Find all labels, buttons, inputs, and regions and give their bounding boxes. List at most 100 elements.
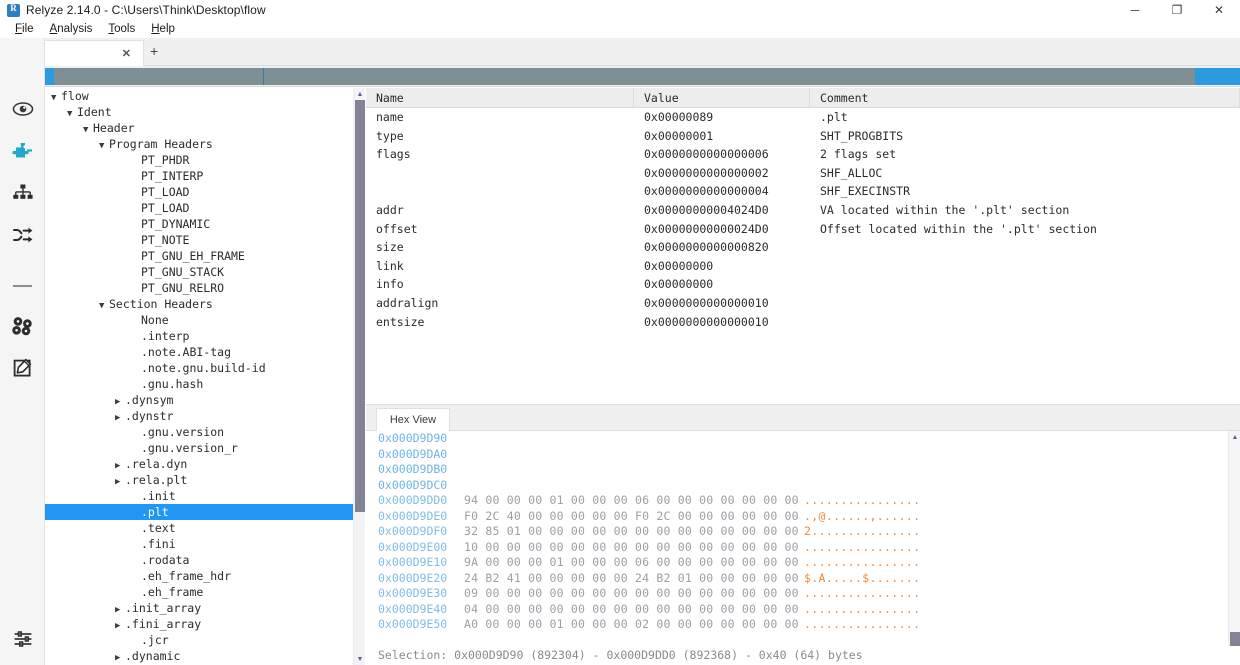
tree-item[interactable]: PT_INTERP xyxy=(45,168,365,184)
tree-item[interactable]: ▼Section Headers xyxy=(45,296,365,312)
tree-scroll-down-arrow[interactable]: ▼ xyxy=(354,653,366,665)
hex-bytes[interactable]: 9A 00 00 00 01 00 00 00 06 00 00 00 00 0… xyxy=(464,555,804,571)
hex-row[interactable]: 0x000D9DB020 08 00 00 00 00 00 00 00 00 … xyxy=(366,462,1226,478)
column-header-name[interactable]: Name xyxy=(366,88,634,107)
hex-row[interactable]: 0x000D9E109A 00 00 00 01 00 00 00 06 00 … xyxy=(366,555,1226,571)
tree-scroll-thumb[interactable] xyxy=(355,100,365,512)
table-row[interactable]: entsize0x0000000000000010 xyxy=(366,313,1240,332)
tree-item[interactable]: .eh_frame_hdr xyxy=(45,568,365,584)
table-row[interactable]: offset0x00000000000024D0Offset located w… xyxy=(366,220,1240,239)
tree-item[interactable]: PT_GNU_STACK xyxy=(45,264,365,280)
minimize-button[interactable]: ─ xyxy=(1114,0,1156,20)
hex-scroll-up-arrow[interactable]: ▲ xyxy=(1229,431,1240,443)
hex-address[interactable]: 0x000D9DD0 xyxy=(366,493,464,509)
hex-bytes[interactable]: A0 00 00 00 01 00 00 00 02 00 00 00 00 0… xyxy=(464,617,804,633)
tree-item[interactable]: .gnu.hash xyxy=(45,376,365,392)
table-row[interactable]: link0x00000000 xyxy=(366,257,1240,276)
tree-item[interactable]: ▶.dynsym xyxy=(45,392,365,408)
hex-ascii[interactable]: ................ xyxy=(804,555,924,571)
hex-bytes[interactable]: 09 00 00 00 00 00 00 00 00 00 00 00 00 0… xyxy=(464,586,804,602)
hex-ascii[interactable]: ................ xyxy=(804,602,924,618)
hex-bytes[interactable]: D0 24 40 00 00 00 00 00 D0 24 00 00 00 0… xyxy=(464,447,804,463)
tree-item[interactable]: ▶.dynstr xyxy=(45,408,365,424)
tree-scroll-up-arrow[interactable]: ▲ xyxy=(354,88,366,100)
hex-address[interactable]: 0x000D9DA0 xyxy=(366,447,464,463)
tree-item[interactable]: ▼flow xyxy=(45,88,365,104)
hex-ascii[interactable]: ................ xyxy=(804,586,924,602)
overview-selection-left[interactable] xyxy=(45,68,54,85)
close-button[interactable]: ✕ xyxy=(1198,0,1240,20)
column-header-value[interactable]: Value xyxy=(634,88,810,107)
hex-address[interactable]: 0x000D9DF0 xyxy=(366,524,464,540)
hex-bytes[interactable]: 20 08 00 00 00 00 00 00 00 00 00 00 00 0… xyxy=(464,462,804,478)
hex-ascii[interactable]: .,@......,...... xyxy=(804,509,924,525)
hex-bytes[interactable]: 32 85 01 00 00 00 00 00 00 00 00 00 00 0… xyxy=(464,524,804,540)
hex-row[interactable]: 0x000D9D9089 00 00 00 01 00 00 00 06 00 … xyxy=(366,431,1226,447)
table-row[interactable]: addralign0x0000000000000010 xyxy=(366,294,1240,313)
tree-item[interactable]: None xyxy=(45,312,365,328)
hex-address[interactable]: 0x000D9D90 xyxy=(366,431,464,447)
hex-row[interactable]: 0x000D9E4004 00 00 00 00 00 00 00 00 00 … xyxy=(366,602,1226,618)
tree-scrollbar[interactable]: ▲ ▼ xyxy=(353,88,365,665)
eye-icon[interactable] xyxy=(0,88,45,130)
hex-row[interactable]: 0x000D9DD094 00 00 00 01 00 00 00 06 00 … xyxy=(366,493,1226,509)
tree-item[interactable]: .fini xyxy=(45,536,365,552)
hex-row[interactable]: 0x000D9DA0D0 24 40 00 00 00 00 00 D0 24 … xyxy=(366,447,1226,463)
tree-item[interactable]: PT_DYNAMIC xyxy=(45,216,365,232)
hex-ascii[interactable]: .$@......$...... xyxy=(804,447,924,463)
hex-address[interactable]: 0x000D9DC0 xyxy=(366,478,464,494)
hex-ascii[interactable]: ................ xyxy=(804,431,924,447)
hex-address[interactable]: 0x000D9E30 xyxy=(366,586,464,602)
chevron-right-icon[interactable]: ▶ xyxy=(115,650,125,665)
table-row[interactable]: info0x00000000 xyxy=(366,275,1240,294)
hex-scrollbar[interactable]: ▲ ▼ xyxy=(1228,431,1240,665)
table-row[interactable]: addr0x00000000004024D0VA located within … xyxy=(366,201,1240,220)
tree-item[interactable]: PT_GNU_EH_FRAME xyxy=(45,248,365,264)
hex-address[interactable]: 0x000D9DE0 xyxy=(366,509,464,525)
tree-item[interactable]: PT_NOTE xyxy=(45,232,365,248)
hex-address[interactable]: 0x000D9E10 xyxy=(366,555,464,571)
overview-track[interactable] xyxy=(45,68,1240,85)
tree-item[interactable]: .note.ABI-tag xyxy=(45,344,365,360)
blocks-icon[interactable] xyxy=(0,305,45,347)
edit-note-icon[interactable] xyxy=(0,347,45,389)
tree-item[interactable]: ▶.dynamic xyxy=(45,648,365,664)
column-header-comment[interactable]: Comment xyxy=(810,88,1240,107)
tree-item[interactable]: .jcr xyxy=(45,632,365,648)
table-row[interactable]: size0x0000000000000820 xyxy=(366,238,1240,257)
tree-item[interactable]: ▶.rela.plt xyxy=(45,472,365,488)
hex-bytes[interactable]: 04 00 00 00 00 00 00 00 00 00 00 00 00 0… xyxy=(464,602,804,618)
hex-row[interactable]: 0x000D9DC010 00 00 00 00 00 00 00 10 00 … xyxy=(366,478,1226,494)
hex-bytes[interactable]: 10 00 00 00 00 00 00 00 00 00 00 00 00 0… xyxy=(464,540,804,556)
hierarchy-icon[interactable] xyxy=(0,172,45,214)
hex-ascii[interactable]: $.A.....$....... xyxy=(804,571,924,587)
tree-item[interactable]: ▼Program Headers xyxy=(45,136,365,152)
shuffle-icon[interactable] xyxy=(0,214,45,256)
hex-address[interactable]: 0x000D9E00 xyxy=(366,540,464,556)
tab-hex-view[interactable]: Hex View xyxy=(376,408,450,431)
hex-bytes[interactable]: 89 00 00 00 01 00 00 00 06 00 00 00 00 0… xyxy=(464,431,804,447)
tree-item[interactable]: .interp xyxy=(45,328,365,344)
table-row[interactable]: name0x00000089.plt xyxy=(366,108,1240,127)
tree-item[interactable]: .eh_frame xyxy=(45,584,365,600)
menu-help[interactable]: Help xyxy=(144,22,182,36)
tree-item[interactable]: ▼Header xyxy=(45,120,365,136)
hex-ascii[interactable]: ................ xyxy=(804,478,924,494)
hex-bytes[interactable]: F0 2C 40 00 00 00 00 00 F0 2C 00 00 00 0… xyxy=(464,509,804,525)
hex-bytes[interactable]: 10 00 00 00 00 00 00 00 10 00 00 00 00 0… xyxy=(464,478,804,494)
hex-address[interactable]: 0x000D9E40 xyxy=(366,602,464,618)
menu-analysis[interactable]: Analysis xyxy=(43,22,100,36)
table-row[interactable]: type0x00000001SHT_PROGBITS xyxy=(366,127,1240,146)
hex-row[interactable]: 0x000D9E3009 00 00 00 00 00 00 00 00 00 … xyxy=(366,586,1226,602)
hex-ascii[interactable]: ................ xyxy=(804,617,924,633)
hex-address[interactable]: 0x000D9E50 xyxy=(366,617,464,633)
hex-bytes[interactable]: 24 B2 41 00 00 00 00 00 24 B2 01 00 00 0… xyxy=(464,571,804,587)
tree-item[interactable]: ▶.fini_array xyxy=(45,616,365,632)
menu-tools[interactable]: Tools xyxy=(101,22,142,36)
tree-item[interactable]: PT_LOAD xyxy=(45,200,365,216)
table-row[interactable]: 0x0000000000000004SHF_EXECINSTR xyxy=(366,182,1240,201)
tree-item[interactable]: .text xyxy=(45,520,365,536)
tree-item[interactable]: .gnu.version xyxy=(45,424,365,440)
hex-row[interactable]: 0x000D9DE0F0 2C 40 00 00 00 00 00 F0 2C … xyxy=(366,509,1226,525)
tree-item[interactable]: ▼Ident xyxy=(45,104,365,120)
